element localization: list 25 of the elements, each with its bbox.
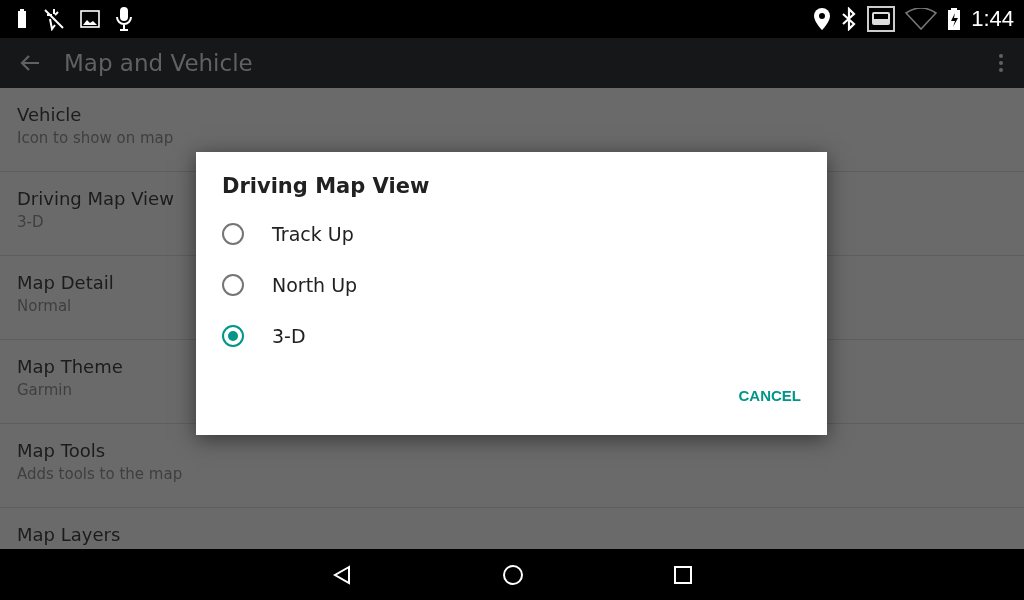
setting-title: Map Detail (17, 272, 114, 293)
setting-title: Driving Map View (17, 188, 174, 209)
location-pin-icon (813, 7, 832, 31)
radio-option[interactable]: North Up (222, 259, 801, 310)
more-options-icon[interactable] (998, 53, 1004, 73)
toolbar-title: Map and Vehicle (64, 50, 254, 76)
radio-option[interactable]: 3-D (222, 310, 801, 361)
microphone-icon (114, 6, 134, 32)
setting-title: Map Layers (17, 524, 121, 545)
wifi-icon (905, 8, 938, 30)
back-icon[interactable] (332, 564, 352, 585)
setting-title: Map Tools (17, 440, 106, 461)
back-arrow-icon[interactable] (20, 54, 40, 72)
clock-time: 1:44 (971, 6, 1014, 32)
cancel-button[interactable]: CANCEL (738, 383, 801, 408)
dialog-title: Driving Map View (222, 174, 431, 198)
bluetooth-icon (841, 7, 858, 31)
battery-icon (16, 9, 28, 29)
setting-title: Map Theme (17, 356, 123, 377)
image-icon (80, 10, 100, 28)
recents-icon[interactable] (674, 565, 692, 584)
battery-charging-icon (947, 7, 962, 31)
home-icon[interactable] (502, 563, 524, 586)
setting-title: Vehicle (17, 104, 82, 125)
radio-option[interactable]: Track Up (222, 208, 801, 259)
